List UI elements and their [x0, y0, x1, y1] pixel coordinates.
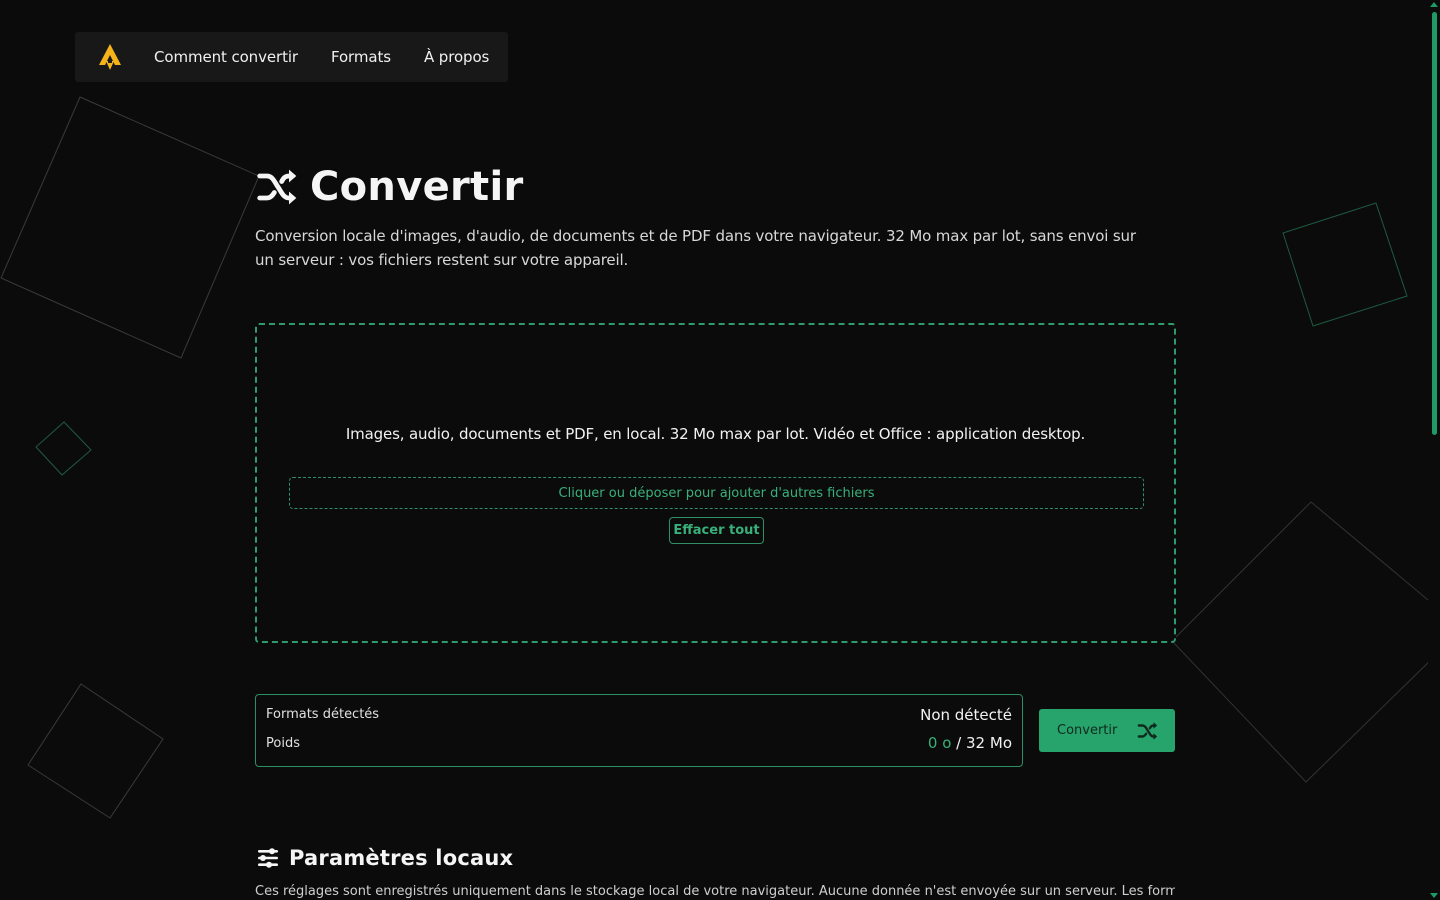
nav-link-formats[interactable]: Formats [331, 48, 391, 66]
formats-label: Formats détectés [266, 707, 380, 722]
shuffle-icon [1137, 721, 1158, 740]
scroll-down-arrow-icon[interactable] [1430, 893, 1438, 898]
page-header: Convertir [256, 164, 524, 210]
page-title: Convertir [310, 164, 524, 210]
weight-max: 32 Mo [966, 734, 1012, 752]
top-nav: Comment convertir Formats À propos [75, 32, 508, 82]
convert-button[interactable]: Convertir [1039, 709, 1175, 752]
convert-button-label: Convertir [1057, 723, 1118, 738]
settings-title: Paramètres locaux [289, 846, 514, 870]
page-scrollbar[interactable] [1428, 0, 1440, 900]
formats-value: Non détecté [920, 706, 1012, 724]
rocket-a-logo-icon[interactable] [97, 43, 123, 71]
nav-link-comment-convertir[interactable]: Comment convertir [154, 48, 298, 66]
dropzone-text: Images, audio, documents et PDF, en loca… [345, 425, 1086, 443]
weight-separator: / [956, 734, 962, 752]
shuffle-icon [257, 169, 297, 205]
scrollbar-thumb[interactable] [1432, 12, 1437, 435]
settings-header: Paramètres locaux [256, 846, 513, 870]
page-subtitle: Conversion locale d'images, d'audio, de … [255, 227, 1136, 269]
settings-description: Ces réglages sont enregistrés uniquement… [255, 884, 1175, 899]
file-info-panel: Formats détectés Non détecté Poids 0 o /… [255, 694, 1023, 767]
nav-link-a-propos[interactable]: À propos [424, 48, 489, 66]
weight-label: Poids [266, 736, 300, 751]
scroll-up-arrow-icon[interactable] [1430, 2, 1438, 7]
clear-all-button[interactable]: Effacer tout [669, 517, 764, 544]
file-dropzone[interactable]: Images, audio, documents et PDF, en loca… [255, 323, 1176, 643]
weight-value: 0 o / 32 Mo [928, 734, 1012, 752]
weight-used: 0 o [927, 734, 952, 752]
sliders-icon [258, 848, 278, 868]
add-files-area[interactable]: Cliquer ou déposer pour ajouter d'autres… [289, 477, 1144, 509]
